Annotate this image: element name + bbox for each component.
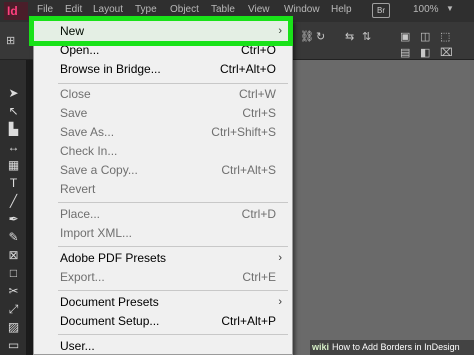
select-container-icon[interactable]: ▣ (400, 30, 410, 43)
submenu-arrow-icon: › (278, 252, 282, 264)
page-tool-icon[interactable]: ▙ (5, 122, 22, 137)
pasteboard (293, 60, 474, 355)
rectangle-tool-icon[interactable]: □ (5, 266, 22, 281)
menu-item-save-as[interactable]: Save As... Ctrl+Shift+S (34, 123, 292, 142)
menu-item-check-in[interactable]: Check In... (34, 142, 292, 161)
scissors-tool-icon[interactable]: ✂ (5, 284, 22, 299)
menu-item-export[interactable]: Export... Ctrl+E (34, 268, 292, 287)
menu-item-save[interactable]: Save Ctrl+S (34, 104, 292, 123)
menu-edit[interactable]: Edit (65, 4, 82, 15)
menu-separator (58, 290, 288, 291)
type-tool-icon[interactable]: T (5, 176, 22, 191)
gap-tool-icon[interactable]: ↔ (5, 140, 22, 155)
menu-table[interactable]: Table (211, 4, 235, 15)
menu-file[interactable]: File (37, 4, 53, 15)
free-transform-tool-icon[interactable]: ⤢ (5, 302, 22, 317)
menu-separator (58, 83, 288, 84)
zoom-level[interactable]: 100% (413, 4, 439, 15)
gradient-tool-icon[interactable]: ▨ (5, 320, 22, 335)
menu-item-close[interactable]: Close Ctrl+W (34, 85, 292, 104)
flip-vertical-icon[interactable]: ⇅ (362, 30, 371, 43)
menu-object[interactable]: Object (170, 4, 199, 15)
menu-separator (58, 246, 288, 247)
menu-separator (58, 202, 288, 203)
selection-tool-icon[interactable]: ➤ (5, 86, 22, 101)
menu-separator (58, 334, 288, 335)
center-content-icon[interactable]: ⌧ (440, 46, 453, 59)
menu-item-save-a-copy[interactable]: Save a Copy... Ctrl+Alt+S (34, 161, 292, 180)
direct-selection-tool-icon[interactable]: ↖ (5, 104, 22, 119)
rotate-icon[interactable]: ↻ (316, 30, 325, 43)
watermark-title: How to Add Borders in InDesign (332, 342, 460, 352)
link-icon[interactable]: ⛓ (300, 30, 314, 43)
menu-item-revert[interactable]: Revert (34, 180, 292, 199)
line-tool-icon[interactable]: ╱ (5, 194, 22, 209)
menu-item-browse-in-bridge[interactable]: Browse in Bridge... Ctrl+Alt+O (34, 60, 292, 79)
tools-panel: ➤ ↖ ▙ ↔ ▦ T ╱ ✒ ✎ ⊠ □ ✂ ⤢ ▨ ▭ (0, 60, 27, 355)
note-tool-icon[interactable]: ▭ (5, 338, 22, 353)
wikihow-logo: wiki (312, 342, 330, 352)
menu-item-document-setup[interactable]: Document Setup... Ctrl+Alt+P (34, 312, 292, 331)
menu-help[interactable]: Help (331, 4, 352, 15)
menu-layout[interactable]: Layout (93, 4, 123, 15)
menu-item-adobe-pdf-presets[interactable]: Adobe PDF Presets › (34, 249, 292, 268)
menu-window[interactable]: Window (284, 4, 320, 15)
select-content-icon[interactable]: ◫ (420, 30, 430, 43)
flip-horizontal-icon[interactable]: ⇆ (345, 30, 354, 43)
frame-fitting-icon[interactable]: ⬚ (440, 30, 450, 43)
pen-tool-icon[interactable]: ✒ (5, 212, 22, 227)
menu-item-place[interactable]: Place... Ctrl+D (34, 205, 292, 224)
menu-item-user[interactable]: User... (34, 337, 292, 355)
fit-content-icon[interactable]: ◧ (420, 46, 430, 59)
highlight-box (29, 16, 293, 46)
reference-point-icon[interactable]: ⊞ (6, 34, 15, 47)
menu-type[interactable]: Type (135, 4, 157, 15)
chevron-down-icon[interactable]: ▼ (446, 4, 454, 13)
menu-item-import-xml[interactable]: Import XML... (34, 224, 292, 243)
bridge-button[interactable]: Br (372, 3, 390, 18)
menu-view[interactable]: View (248, 4, 270, 15)
rectangle-frame-tool-icon[interactable]: ⊠ (5, 248, 22, 263)
wikihow-watermark: wiki How to Add Borders in InDesign (310, 340, 474, 355)
pencil-tool-icon[interactable]: ✎ (5, 230, 22, 245)
document-canvas[interactable] (293, 60, 474, 355)
indesign-logo: Id (4, 2, 28, 20)
content-collector-icon[interactable]: ▦ (5, 158, 22, 173)
fill-frame-icon[interactable]: ▤ (400, 46, 410, 59)
menu-item-document-presets[interactable]: Document Presets › (34, 293, 292, 312)
file-menu: New › Open... Ctrl+O Browse in Bridge...… (33, 20, 293, 355)
submenu-arrow-icon: › (278, 296, 282, 308)
